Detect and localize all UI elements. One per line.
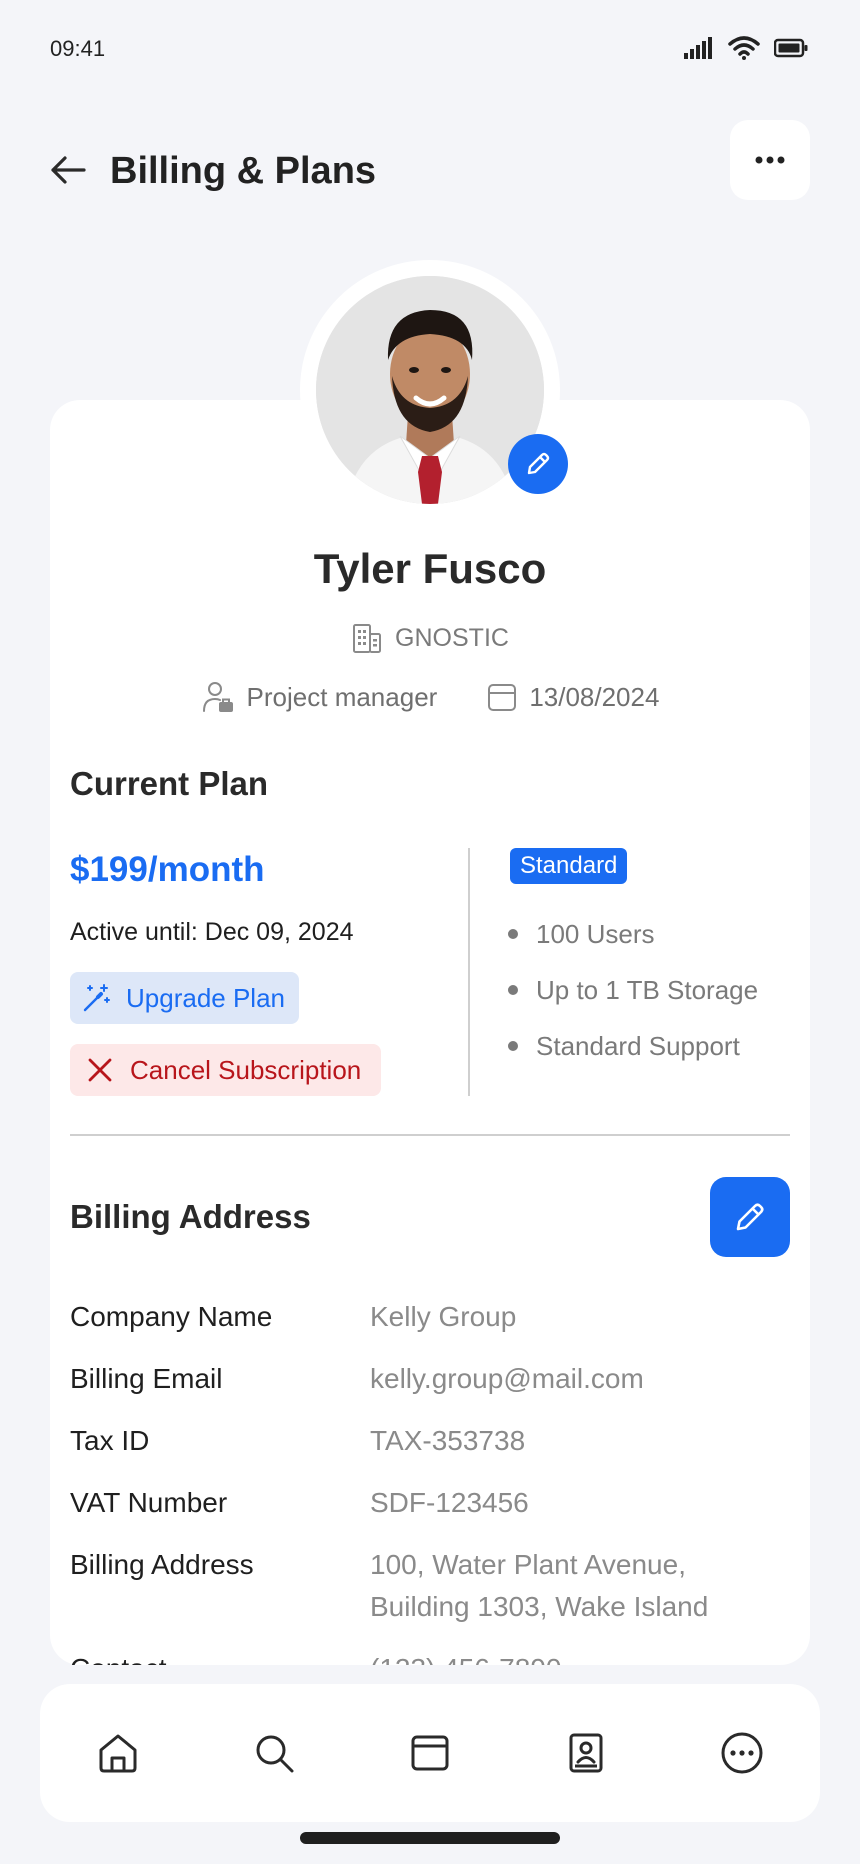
billing-clip: Company Name Kelly Group Billing Email k… (0, 0, 860, 1665)
table-row: Billing Email kelly.group@mail.com (70, 1358, 790, 1420)
info-value: SDF-123456 (370, 1487, 529, 1518)
info-value: TAX-353738 (370, 1425, 526, 1456)
table-row: Company Name Kelly Group (70, 1296, 790, 1358)
home-indicator (300, 1832, 560, 1844)
nav-browser[interactable] (400, 1723, 460, 1783)
table-row: Billing Address 100, Water Plant Avenue,… (70, 1544, 790, 1648)
info-label: Tax ID (70, 1425, 150, 1456)
billing-info-table: Company Name Kelly Group Billing Email k… (70, 1296, 790, 1665)
nav-home[interactable] (88, 1723, 148, 1783)
info-label: Company Name (70, 1301, 273, 1332)
nav-search[interactable] (244, 1723, 304, 1783)
table-row: Tax ID TAX-353738 (70, 1420, 790, 1482)
nav-more[interactable] (712, 1723, 772, 1783)
info-label: Billing Email (70, 1363, 223, 1394)
info-value: (123) 456-7890 (370, 1648, 790, 1665)
browser-icon (411, 1735, 449, 1771)
info-value: 100, Water Plant Avenue, Building 1303, … (370, 1549, 709, 1622)
table-row: VAT Number SDF-123456 (70, 1482, 790, 1544)
info-label: Billing Address (70, 1549, 254, 1580)
search-icon (256, 1735, 294, 1773)
more-options-icon (721, 1732, 763, 1774)
info-label: Contact (70, 1648, 370, 1665)
info-value: Kelly Group (370, 1301, 517, 1332)
table-row: Contact (123) 456-7890 (70, 1648, 790, 1665)
contacts-book-icon (569, 1733, 603, 1773)
nav-contacts[interactable] (556, 1723, 616, 1783)
bottom-navigation (40, 1684, 820, 1822)
info-label: VAT Number (70, 1487, 228, 1518)
home-icon (99, 1734, 137, 1773)
info-value: kelly.group@mail.com (370, 1363, 644, 1394)
